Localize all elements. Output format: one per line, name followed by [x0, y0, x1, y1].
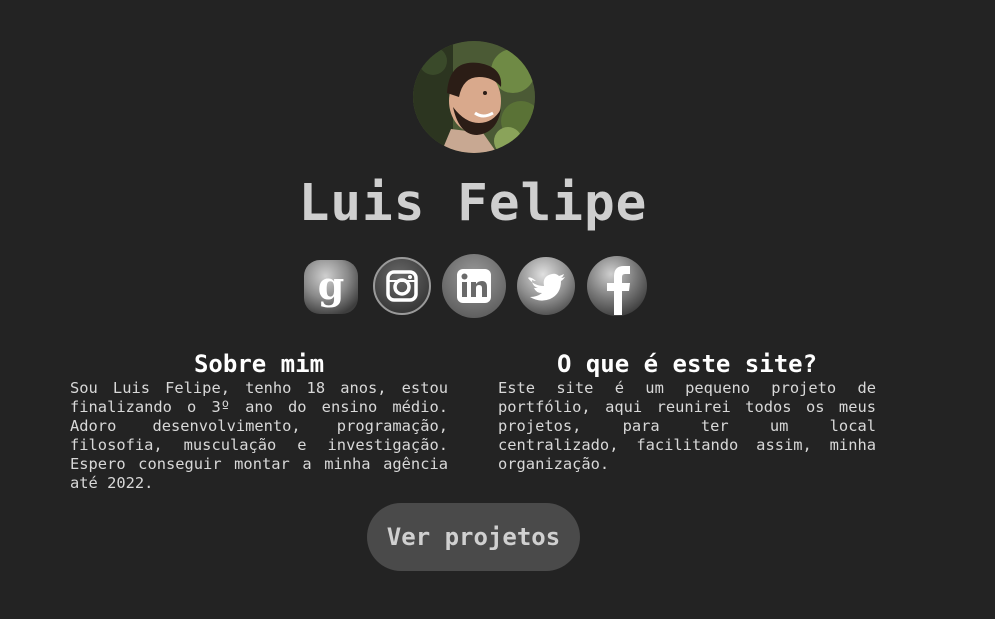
twitter-icon[interactable]	[516, 256, 576, 316]
goodreads-icon[interactable]: g	[302, 258, 360, 316]
page: Luis Felipe g Sobre mim Sou Luis Felipe,…	[0, 0, 995, 619]
site-text: Este site é um pequeno projeto de portfó…	[498, 379, 876, 473]
instagram-icon[interactable]	[373, 257, 431, 315]
avatar	[413, 41, 535, 153]
profile-name: Luis Felipe	[298, 174, 648, 233]
about-text: Sou Luis Felipe, tenho 18 anos, estou fi…	[70, 379, 448, 492]
facebook-icon[interactable]	[586, 255, 648, 317]
social-links: g	[302, 252, 650, 318]
about-title: Sobre mim	[193, 350, 325, 378]
ver-projetos-button[interactable]: Ver projetos	[367, 503, 580, 571]
svg-text:g: g	[318, 263, 345, 308]
linkedin-icon[interactable]	[441, 253, 507, 319]
site-title: O que é este site?	[556, 350, 818, 378]
